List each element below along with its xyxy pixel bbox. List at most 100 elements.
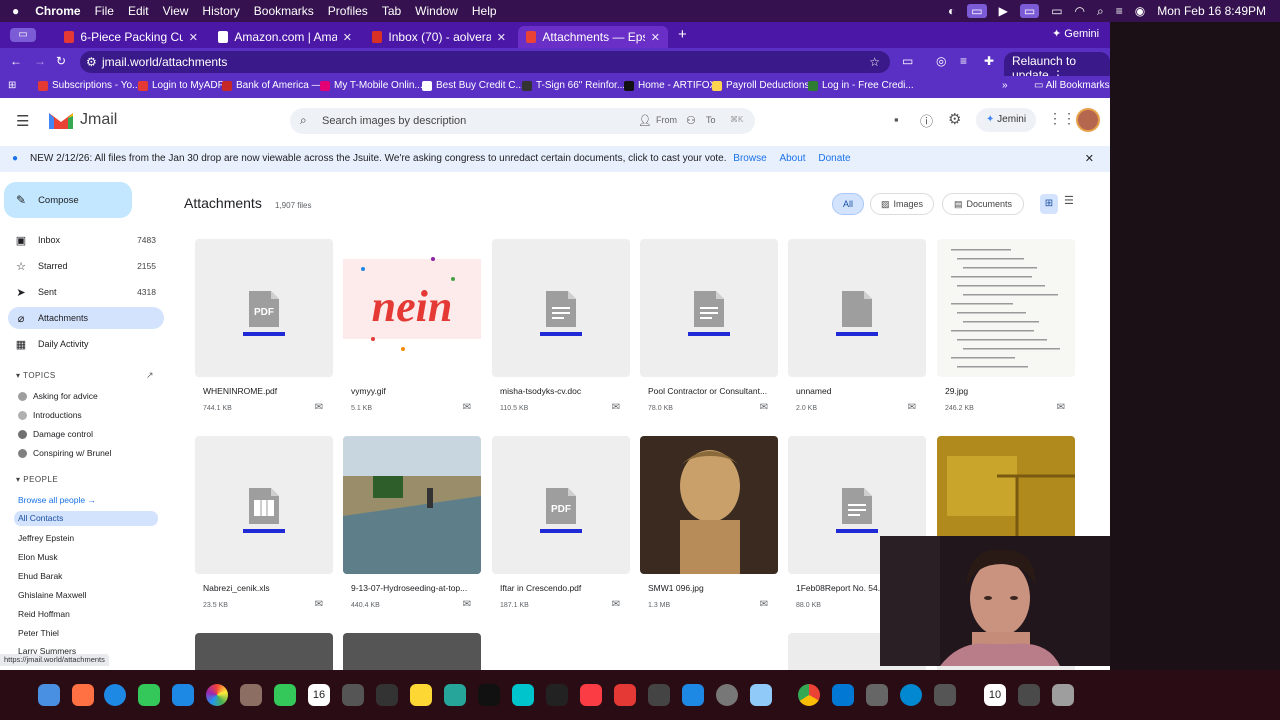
banner-browse-link[interactable]: Browse [733, 153, 766, 164]
bookmark-item[interactable]: T-Sign 66" Reinfor... [522, 80, 625, 91]
menu-tab[interactable]: Tab [382, 4, 401, 18]
app-icon[interactable] [750, 684, 772, 706]
cast-icon[interactable]: ▭ [902, 54, 913, 68]
bookmark-item[interactable]: Bank of America —... [222, 80, 330, 91]
open-email-icon[interactable]: ✉ [315, 599, 323, 610]
topics-header[interactable]: ▾ TOPICS [16, 371, 56, 380]
open-email-icon[interactable]: ✉ [760, 599, 768, 610]
app-icon[interactable] [342, 684, 364, 706]
facetime-icon[interactable] [274, 684, 296, 706]
tab-amazon[interactable]: Amazon.com | Amazon Essen ✕ [210, 26, 360, 48]
attachment-card[interactable]: nein vymyy.gif 5.1 KB ✉ [343, 239, 481, 423]
banner-close-icon[interactable]: ✕ [1085, 146, 1094, 172]
siri-icon[interactable]: ◉ [1135, 4, 1145, 18]
mail-icon[interactable] [172, 684, 194, 706]
avatar[interactable] [1076, 108, 1100, 132]
attachment-card[interactable]: unnamed 2.0 KB ✉ [788, 239, 926, 423]
menu-window[interactable]: Window [415, 4, 458, 18]
sidebar-item-inbox[interactable]: ▣ Inbox 7483 [8, 229, 164, 251]
topic-item[interactable]: Conspiring w/ Brunel [18, 444, 111, 462]
spotlight-icon[interactable]: ⌕ [1097, 4, 1104, 19]
open-email-icon[interactable]: ✉ [463, 599, 471, 610]
attachment-thumbnail[interactable]: PDF [195, 239, 333, 377]
open-email-icon[interactable]: ✉ [463, 402, 471, 413]
menu-edit[interactable]: Edit [128, 4, 149, 18]
apps-grid-icon[interactable]: ⊞ [8, 80, 16, 91]
tab-close-icon[interactable]: ✕ [651, 31, 660, 44]
menu-help[interactable]: Help [472, 4, 497, 18]
site-info-icon[interactable]: ⚙ [86, 51, 97, 73]
people-item[interactable]: Jeffrey Epstein [18, 533, 74, 543]
display-icon[interactable]: ▭ [1019, 4, 1040, 18]
address-bar[interactable]: ⚙ jmail.world/attachments ☆ [80, 51, 890, 73]
back-icon[interactable]: ← [10, 54, 22, 68]
attachment-card[interactable]: Nabrezi_cenik.xls 23.5 KB ✉ [195, 436, 333, 620]
attachment-thumbnail[interactable]: nein [343, 239, 481, 377]
tab-close-icon[interactable]: ✕ [343, 31, 352, 44]
photos-icon[interactable] [206, 684, 228, 706]
filter-all[interactable]: All [832, 193, 864, 215]
bookmark-star-icon[interactable]: ☆ [869, 51, 880, 73]
expand-arrow-icon[interactable]: ↗ [146, 370, 154, 381]
open-email-icon[interactable]: ✉ [612, 402, 620, 413]
attachment-card[interactable]: 29.jpg 246.2 KB ✉ [937, 239, 1075, 423]
control-icon[interactable]: ≡ [1116, 4, 1123, 18]
bookmark-item[interactable]: Subscriptions - Yo... [38, 80, 140, 91]
attachment-thumbnail[interactable] [343, 436, 481, 574]
open-email-icon[interactable]: ✉ [1057, 402, 1065, 413]
settings-icon[interactable] [716, 684, 738, 706]
menu-view[interactable]: View [163, 4, 189, 18]
all-bookmarks-button[interactable]: ▭ All Bookmarks [1034, 80, 1110, 91]
app-icon[interactable] [934, 684, 956, 706]
filter-documents[interactable]: ▤ Documents [942, 193, 1024, 215]
sidebar-item-starred[interactable]: ☆ Starred 2155 [8, 255, 164, 277]
chatgpt-icon[interactable] [546, 684, 568, 706]
forward-icon[interactable]: → [34, 54, 46, 68]
topic-item[interactable]: Damage control [18, 425, 93, 443]
tab-attachments[interactable]: Attachments — Epstein Email ✕ [518, 26, 668, 48]
tab-inbox[interactable]: Inbox (70) - aolvera210367@ ✕ [364, 26, 514, 48]
people-item[interactable]: Ehud Barak [18, 571, 62, 581]
downloads-icon[interactable] [1018, 684, 1040, 706]
tab-close-icon[interactable]: ✕ [497, 31, 506, 44]
safari-icon[interactable] [104, 684, 126, 706]
jmail-logo-icon[interactable] [48, 110, 74, 130]
open-email-icon[interactable]: ✉ [760, 402, 768, 413]
open-email-icon[interactable]: ✉ [612, 599, 620, 610]
new-tab-button[interactable]: + [678, 26, 687, 43]
from-filter[interactable]: From [656, 115, 677, 125]
menu-bookmarks[interactable]: Bookmarks [254, 4, 314, 18]
app-icon[interactable] [410, 684, 432, 706]
attachment-card[interactable]: 9-13-07-Hydroseeding-at-top... 440.4 KB ✉ [343, 436, 481, 620]
apple-icon[interactable]: ● [12, 4, 19, 18]
menu-datetime[interactable]: Mon Feb 16 8:49PM [1157, 4, 1266, 18]
filter-images[interactable]: ▨ Images [870, 193, 934, 215]
app-icon[interactable] [866, 684, 888, 706]
control-center-icon[interactable]: ◐ [948, 4, 955, 18]
calendar-widget-icon[interactable]: 10 [984, 684, 1006, 706]
extensions-icon[interactable]: ✚ [984, 54, 994, 68]
attachment-thumbnail[interactable] [640, 436, 778, 574]
compose-button[interactable]: ✎ Compose [4, 182, 132, 218]
search-icon[interactable]: ⌕ [300, 113, 307, 128]
calendar-icon[interactable]: 16 [308, 684, 330, 706]
open-email-icon[interactable]: ✉ [315, 402, 323, 413]
people-item[interactable]: Ghislaine Maxwell [18, 590, 87, 600]
attachment-card[interactable]: PDF WHENINROME.pdf 744.1 KB ✉ [195, 239, 333, 423]
people-item[interactable]: Peter Thiel [18, 628, 59, 638]
sidebar-item-sent[interactable]: ➤ Sent 4318 [8, 281, 164, 303]
app-store-icon[interactable] [682, 684, 704, 706]
jemini-button[interactable]: ✦ Jemini [976, 108, 1037, 132]
attachment-card[interactable]: PDF Iftar in Crescendo.pdf 187.1 KB ✉ [492, 436, 630, 620]
people-header[interactable]: ▾ PEOPLE [16, 475, 58, 484]
topic-item[interactable]: Introductions [18, 406, 82, 424]
search-bar[interactable]: ⌕ Search images by description 👤︎ From ⚇… [290, 108, 755, 134]
browse-people-link[interactable]: Browse all people → [18, 495, 96, 505]
people-item[interactable]: Reid Hoffman [18, 609, 70, 619]
app-icon[interactable] [444, 684, 466, 706]
bookmark-item[interactable]: Payroll Deductions... [712, 80, 818, 91]
outlook-icon[interactable] [832, 684, 854, 706]
menu-file[interactable]: File [95, 4, 114, 18]
list-view-icon[interactable]: ☰ [1064, 194, 1074, 207]
attachment-card[interactable]: misha-tsodyks-cv.doc 110.5 KB ✉ [492, 239, 630, 423]
